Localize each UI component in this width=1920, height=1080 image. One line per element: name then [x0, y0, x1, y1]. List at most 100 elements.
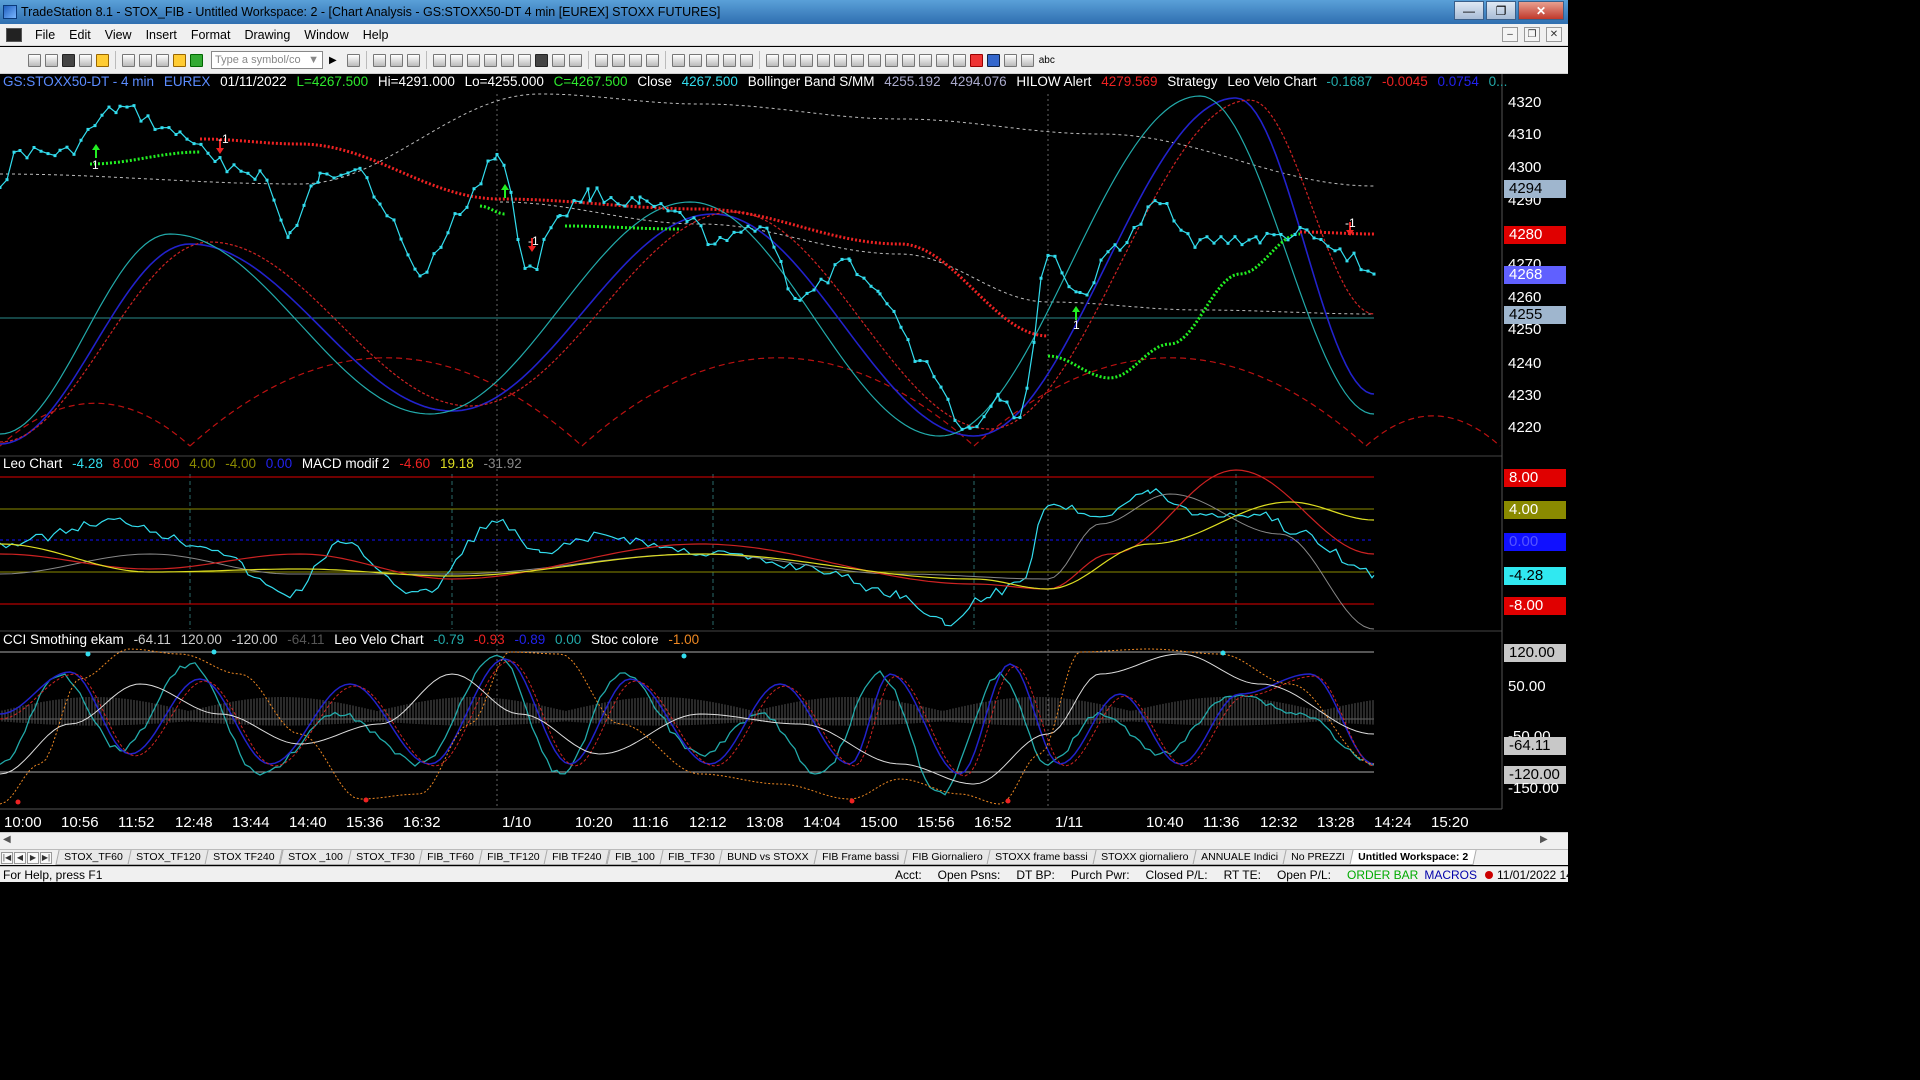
- save-icon[interactable]: [139, 53, 152, 67]
- fib-icon[interactable]: [833, 53, 847, 67]
- price-bar: [265, 178, 269, 182]
- new-icon[interactable]: [28, 53, 41, 67]
- menu-window[interactable]: Window: [297, 28, 355, 42]
- price-bar: [869, 284, 873, 288]
- pen-icon[interactable]: [935, 53, 949, 67]
- alert-icon[interactable]: [483, 53, 497, 67]
- tab-fib-tf30[interactable]: FIB_TF30: [659, 850, 723, 865]
- mdi-minimize-button[interactable]: –: [1502, 27, 1518, 42]
- tab-fib-tf240[interactable]: FIB TF240: [543, 850, 611, 865]
- tab-last-button[interactable]: ▶|: [40, 851, 52, 864]
- candle-icon[interactable]: [517, 53, 531, 67]
- tab-stox-100[interactable]: STOX _100: [279, 850, 352, 865]
- draw-object-icon[interactable]: [722, 53, 736, 67]
- tab-next-button[interactable]: ▶: [27, 851, 39, 864]
- close-button[interactable]: ✕: [1518, 1, 1564, 20]
- order-bar-status[interactable]: ORDER BAR: [1347, 868, 1418, 882]
- tab-untitled-workspace-2[interactable]: Untitled Workspace: 2: [1349, 850, 1477, 865]
- lock-icon[interactable]: [173, 53, 186, 67]
- chevron-down-icon[interactable]: ▼: [308, 54, 319, 66]
- minimize-button[interactable]: —: [1454, 1, 1484, 20]
- menu-format[interactable]: Format: [184, 28, 238, 42]
- indicator-icon[interactable]: [449, 53, 463, 67]
- scroll-right-icon[interactable]: [611, 53, 625, 67]
- tab-stox-tf60[interactable]: STOX_TF60: [55, 850, 132, 865]
- link-icon[interactable]: [432, 53, 446, 67]
- mdi-close-button[interactable]: ✕: [1546, 27, 1562, 42]
- arrow-down-icon[interactable]: [969, 53, 983, 67]
- chart-analysis-window[interactable]: GS:STOXX50-DT - 4 min EUREX 01/11/2022 L…: [0, 74, 1568, 832]
- channel-icon[interactable]: [816, 53, 830, 67]
- tab-fib-100[interactable]: FIB_100: [606, 850, 664, 865]
- scroll-right-icon[interactable]: ▶: [1540, 834, 1548, 845]
- matrix-icon[interactable]: [406, 53, 420, 67]
- curve-icon[interactable]: [952, 53, 966, 67]
- globe-icon[interactable]: [190, 53, 203, 67]
- ellipse-icon[interactable]: [1003, 53, 1017, 67]
- export-icon[interactable]: [156, 53, 169, 67]
- scroll-left-icon[interactable]: [594, 53, 608, 67]
- arc-icon[interactable]: [918, 53, 932, 67]
- tab-stoxx-frame-bassi[interactable]: STOXX frame bassi: [986, 850, 1097, 865]
- tab-fib-giornaliero[interactable]: FIB Giornaliero: [903, 850, 992, 865]
- tab-fib-tf120[interactable]: FIB_TF120: [478, 850, 549, 865]
- tab-fib-tf60[interactable]: FIB_TF60: [418, 850, 483, 865]
- tab-annuale-indici[interactable]: ANNUALE Indici: [1192, 850, 1288, 865]
- radar-icon[interactable]: [389, 53, 403, 67]
- scroll-left-icon[interactable]: ◀: [3, 834, 11, 845]
- crosshair-icon[interactable]: [688, 53, 702, 67]
- eraser-icon[interactable]: [739, 53, 753, 67]
- gann-icon[interactable]: [884, 53, 898, 67]
- vertical-line-icon[interactable]: [782, 53, 796, 67]
- menu-drawing[interactable]: Drawing: [237, 28, 297, 42]
- open-icon[interactable]: [45, 53, 58, 67]
- tab-prev-button[interactable]: ◀: [14, 851, 26, 864]
- tab-stox-tf30[interactable]: STOX_TF30: [346, 850, 423, 865]
- leo-velo-value-1: -0.1687: [1326, 74, 1373, 89]
- chart-window-icon[interactable]: [6, 27, 22, 42]
- copy-icon[interactable]: [79, 53, 92, 67]
- menu-view[interactable]: View: [98, 28, 139, 42]
- pointer-icon[interactable]: [671, 53, 685, 67]
- restore-button[interactable]: ❐: [1486, 1, 1516, 20]
- macros-status[interactable]: MACROS: [1424, 868, 1477, 882]
- horizontal-scrollbar[interactable]: ◀ ▶: [0, 832, 1568, 849]
- find-icon[interactable]: [346, 53, 360, 67]
- tab-stox-tf120[interactable]: STOX_TF120: [127, 850, 209, 865]
- tab-fib-frame-bassi[interactable]: FIB Frame bassi: [813, 850, 908, 865]
- strategy-icon[interactable]: [466, 53, 480, 67]
- tab-first-button[interactable]: |◀: [1, 851, 13, 864]
- text-tool-icon[interactable]: abc: [1039, 55, 1055, 66]
- tools-icon[interactable]: [705, 53, 719, 67]
- line-chart-icon[interactable]: [534, 53, 548, 67]
- tab-stoxx-giornaliero[interactable]: STOXX giornaliero: [1092, 850, 1197, 865]
- arrow-icon[interactable]: [901, 53, 915, 67]
- menu-help[interactable]: Help: [356, 28, 396, 42]
- speed-line-icon[interactable]: [850, 53, 864, 67]
- interval-icon[interactable]: [568, 53, 582, 67]
- chart-canvas[interactable]: [0, 74, 1568, 832]
- tab-stox-tf240[interactable]: STOX TF240: [204, 850, 284, 865]
- menu-edit[interactable]: Edit: [62, 28, 98, 42]
- tab-no-prezzi[interactable]: No PREZZI: [1282, 850, 1354, 865]
- trendline-icon[interactable]: [765, 53, 779, 67]
- play-icon[interactable]: ▶: [329, 55, 337, 66]
- regression-icon[interactable]: [867, 53, 881, 67]
- period-icon[interactable]: [551, 53, 565, 67]
- menu-insert[interactable]: Insert: [139, 28, 184, 42]
- rectangle-icon[interactable]: [1020, 53, 1034, 67]
- app-icon: [3, 5, 17, 19]
- bar-chart-icon[interactable]: [500, 53, 514, 67]
- zoom-out-icon[interactable]: [645, 53, 659, 67]
- horizontal-line-icon[interactable]: [799, 53, 813, 67]
- mdi-restore-button[interactable]: ❐: [1524, 27, 1540, 42]
- folder-icon[interactable]: [96, 53, 109, 67]
- symbol-input[interactable]: Type a symbol/co ▼: [211, 51, 323, 69]
- menu-file[interactable]: File: [28, 28, 62, 42]
- chart-analysis-icon[interactable]: [372, 53, 386, 67]
- print-icon[interactable]: [122, 53, 135, 67]
- tab-bund-vs-stoxx[interactable]: BUND vs STOXX: [718, 850, 818, 865]
- arrow-up-icon[interactable]: [986, 53, 1000, 67]
- zoom-in-icon[interactable]: [628, 53, 642, 67]
- workspace-icon[interactable]: [62, 53, 75, 67]
